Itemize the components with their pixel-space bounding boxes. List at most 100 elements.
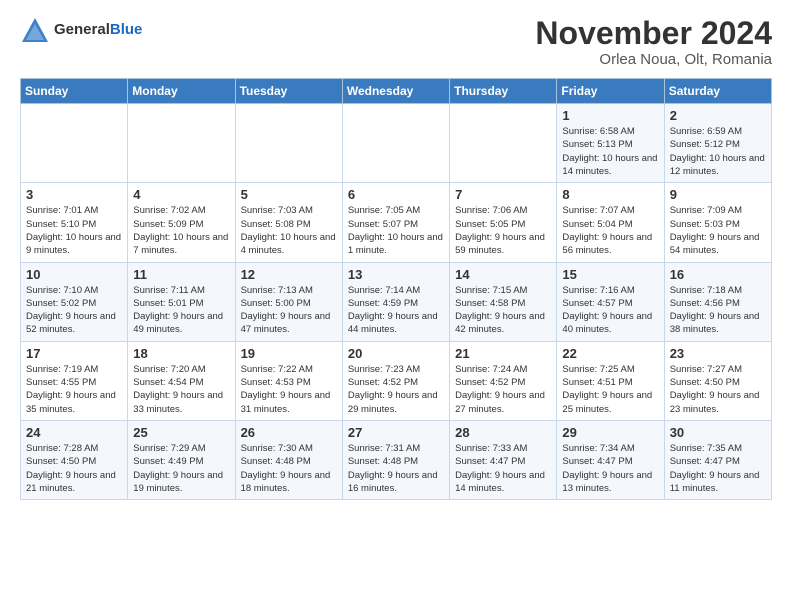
- day-detail: Sunrise: 7:31 AM Sunset: 4:48 PM Dayligh…: [348, 442, 444, 495]
- day-detail: Sunrise: 7:02 AM Sunset: 5:09 PM Dayligh…: [133, 204, 229, 257]
- calendar-week-row: 24 Sunrise: 7:28 AM Sunset: 4:50 PM Dayli…: [21, 420, 772, 499]
- day-detail: Sunrise: 7:28 AM Sunset: 4:50 PM Dayligh…: [26, 442, 122, 495]
- day-number: 13: [348, 267, 444, 282]
- col-wednesday: Wednesday: [342, 79, 449, 104]
- calendar-header-row: Sunday Monday Tuesday Wednesday Thursday…: [21, 79, 772, 104]
- table-row: 9 Sunrise: 7:09 AM Sunset: 5:03 PM Daylig…: [664, 183, 771, 262]
- day-number: 27: [348, 425, 444, 440]
- col-saturday: Saturday: [664, 79, 771, 104]
- day-detail: Sunrise: 6:59 AM Sunset: 5:12 PM Dayligh…: [670, 125, 766, 178]
- day-detail: Sunrise: 7:34 AM Sunset: 4:47 PM Dayligh…: [562, 442, 658, 495]
- day-number: 19: [241, 346, 337, 361]
- table-row: 27 Sunrise: 7:31 AM Sunset: 4:48 PM Dayli…: [342, 420, 449, 499]
- day-number: 20: [348, 346, 444, 361]
- table-row: 14 Sunrise: 7:15 AM Sunset: 4:58 PM Dayli…: [450, 262, 557, 341]
- day-number: 5: [241, 187, 337, 202]
- day-number: 1: [562, 108, 658, 123]
- day-number: 16: [670, 267, 766, 282]
- calendar-table: Sunday Monday Tuesday Wednesday Thursday…: [20, 78, 772, 500]
- day-detail: Sunrise: 7:13 AM Sunset: 5:00 PM Dayligh…: [241, 284, 337, 337]
- title-block: November 2024 Orlea Noua, Olt, Romania: [535, 16, 772, 68]
- day-detail: Sunrise: 7:11 AM Sunset: 5:01 PM Dayligh…: [133, 284, 229, 337]
- day-detail: Sunrise: 7:27 AM Sunset: 4:50 PM Dayligh…: [670, 363, 766, 416]
- table-row: 16 Sunrise: 7:18 AM Sunset: 4:56 PM Dayli…: [664, 262, 771, 341]
- table-row: 13 Sunrise: 7:14 AM Sunset: 4:59 PM Dayli…: [342, 262, 449, 341]
- table-row: 5Sunrise: 7:03 AM Sunset: 5:08 PM Daylig…: [235, 183, 342, 262]
- table-row: 30 Sunrise: 7:35 AM Sunset: 4:47 PM Dayli…: [664, 420, 771, 499]
- day-detail: Sunrise: 7:16 AM Sunset: 4:57 PM Dayligh…: [562, 284, 658, 337]
- table-row: 4Sunrise: 7:02 AM Sunset: 5:09 PM Daylig…: [128, 183, 235, 262]
- day-detail: Sunrise: 7:19 AM Sunset: 4:55 PM Dayligh…: [26, 363, 122, 416]
- table-row: 28 Sunrise: 7:33 AM Sunset: 4:47 PM Dayli…: [450, 420, 557, 499]
- day-detail: Sunrise: 7:23 AM Sunset: 4:52 PM Dayligh…: [348, 363, 444, 416]
- table-row: 26 Sunrise: 7:30 AM Sunset: 4:48 PM Dayli…: [235, 420, 342, 499]
- day-detail: Sunrise: 7:01 AM Sunset: 5:10 PM Dayligh…: [26, 204, 122, 257]
- day-detail: Sunrise: 7:24 AM Sunset: 4:52 PM Dayligh…: [455, 363, 551, 416]
- calendar-week-row: 1 Sunrise: 6:58 AM Sunset: 5:13 PM Daylig…: [21, 104, 772, 183]
- day-detail: Sunrise: 7:06 AM Sunset: 5:05 PM Dayligh…: [455, 204, 551, 257]
- day-number: 15: [562, 267, 658, 282]
- day-number: 9: [670, 187, 766, 202]
- table-row: [21, 104, 128, 183]
- location-title: Orlea Noua, Olt, Romania: [535, 51, 772, 68]
- logo-general: General: [54, 21, 110, 38]
- table-row: 29 Sunrise: 7:34 AM Sunset: 4:47 PM Dayli…: [557, 420, 664, 499]
- day-detail: Sunrise: 7:30 AM Sunset: 4:48 PM Dayligh…: [241, 442, 337, 495]
- table-row: 22 Sunrise: 7:25 AM Sunset: 4:51 PM Dayli…: [557, 341, 664, 420]
- day-detail: Sunrise: 6:58 AM Sunset: 5:13 PM Dayligh…: [562, 125, 658, 178]
- day-detail: Sunrise: 7:22 AM Sunset: 4:53 PM Dayligh…: [241, 363, 337, 416]
- table-row: 15 Sunrise: 7:16 AM Sunset: 4:57 PM Dayli…: [557, 262, 664, 341]
- col-tuesday: Tuesday: [235, 79, 342, 104]
- logo: GeneralBlue: [20, 16, 142, 44]
- day-detail: Sunrise: 7:25 AM Sunset: 4:51 PM Dayligh…: [562, 363, 658, 416]
- day-number: 17: [26, 346, 122, 361]
- day-number: 28: [455, 425, 551, 440]
- day-number: 30: [670, 425, 766, 440]
- day-detail: Sunrise: 7:20 AM Sunset: 4:54 PM Dayligh…: [133, 363, 229, 416]
- calendar-week-row: 10Sunrise: 7:10 AM Sunset: 5:02 PM Dayli…: [21, 262, 772, 341]
- table-row: 11 Sunrise: 7:11 AM Sunset: 5:01 PM Dayli…: [128, 262, 235, 341]
- table-row: 17 Sunrise: 7:19 AM Sunset: 4:55 PM Dayli…: [21, 341, 128, 420]
- logo-icon: [20, 16, 50, 44]
- day-detail: Sunrise: 7:29 AM Sunset: 4:49 PM Dayligh…: [133, 442, 229, 495]
- day-number: 26: [241, 425, 337, 440]
- day-detail: Sunrise: 7:35 AM Sunset: 4:47 PM Dayligh…: [670, 442, 766, 495]
- day-detail: Sunrise: 7:14 AM Sunset: 4:59 PM Dayligh…: [348, 284, 444, 337]
- day-detail: Sunrise: 7:33 AM Sunset: 4:47 PM Dayligh…: [455, 442, 551, 495]
- table-row: 8Sunrise: 7:07 AM Sunset: 5:04 PM Daylig…: [557, 183, 664, 262]
- col-monday: Monday: [128, 79, 235, 104]
- day-number: 22: [562, 346, 658, 361]
- table-row: [450, 104, 557, 183]
- header: GeneralBlue November 2024 Orlea Noua, Ol…: [20, 16, 772, 68]
- day-number: 7: [455, 187, 551, 202]
- day-detail: Sunrise: 7:10 AM Sunset: 5:02 PM Dayligh…: [26, 284, 122, 337]
- day-detail: Sunrise: 7:18 AM Sunset: 4:56 PM Dayligh…: [670, 284, 766, 337]
- day-number: 24: [26, 425, 122, 440]
- col-friday: Friday: [557, 79, 664, 104]
- col-sunday: Sunday: [21, 79, 128, 104]
- logo-blue: Blue: [110, 21, 143, 38]
- table-row: 25Sunrise: 7:29 AM Sunset: 4:49 PM Dayli…: [128, 420, 235, 499]
- table-row: [235, 104, 342, 183]
- day-detail: Sunrise: 7:07 AM Sunset: 5:04 PM Dayligh…: [562, 204, 658, 257]
- day-number: 3: [26, 187, 122, 202]
- day-number: 29: [562, 425, 658, 440]
- page-container: GeneralBlue November 2024 Orlea Noua, Ol…: [0, 0, 792, 510]
- day-number: 6: [348, 187, 444, 202]
- day-detail: Sunrise: 7:15 AM Sunset: 4:58 PM Dayligh…: [455, 284, 551, 337]
- table-row: [342, 104, 449, 183]
- table-row: 1 Sunrise: 6:58 AM Sunset: 5:13 PM Daylig…: [557, 104, 664, 183]
- table-row: 3 Sunrise: 7:01 AM Sunset: 5:10 PM Daylig…: [21, 183, 128, 262]
- day-detail: Sunrise: 7:09 AM Sunset: 5:03 PM Dayligh…: [670, 204, 766, 257]
- table-row: 6 Sunrise: 7:05 AM Sunset: 5:07 PM Daylig…: [342, 183, 449, 262]
- day-number: 11: [133, 267, 229, 282]
- day-number: 2: [670, 108, 766, 123]
- day-number: 14: [455, 267, 551, 282]
- day-detail: Sunrise: 7:05 AM Sunset: 5:07 PM Dayligh…: [348, 204, 444, 257]
- table-row: 2 Sunrise: 6:59 AM Sunset: 5:12 PM Daylig…: [664, 104, 771, 183]
- day-number: 18: [133, 346, 229, 361]
- table-row: 10Sunrise: 7:10 AM Sunset: 5:02 PM Dayli…: [21, 262, 128, 341]
- calendar-week-row: 3 Sunrise: 7:01 AM Sunset: 5:10 PM Daylig…: [21, 183, 772, 262]
- day-number: 21: [455, 346, 551, 361]
- table-row: 21 Sunrise: 7:24 AM Sunset: 4:52 PM Dayli…: [450, 341, 557, 420]
